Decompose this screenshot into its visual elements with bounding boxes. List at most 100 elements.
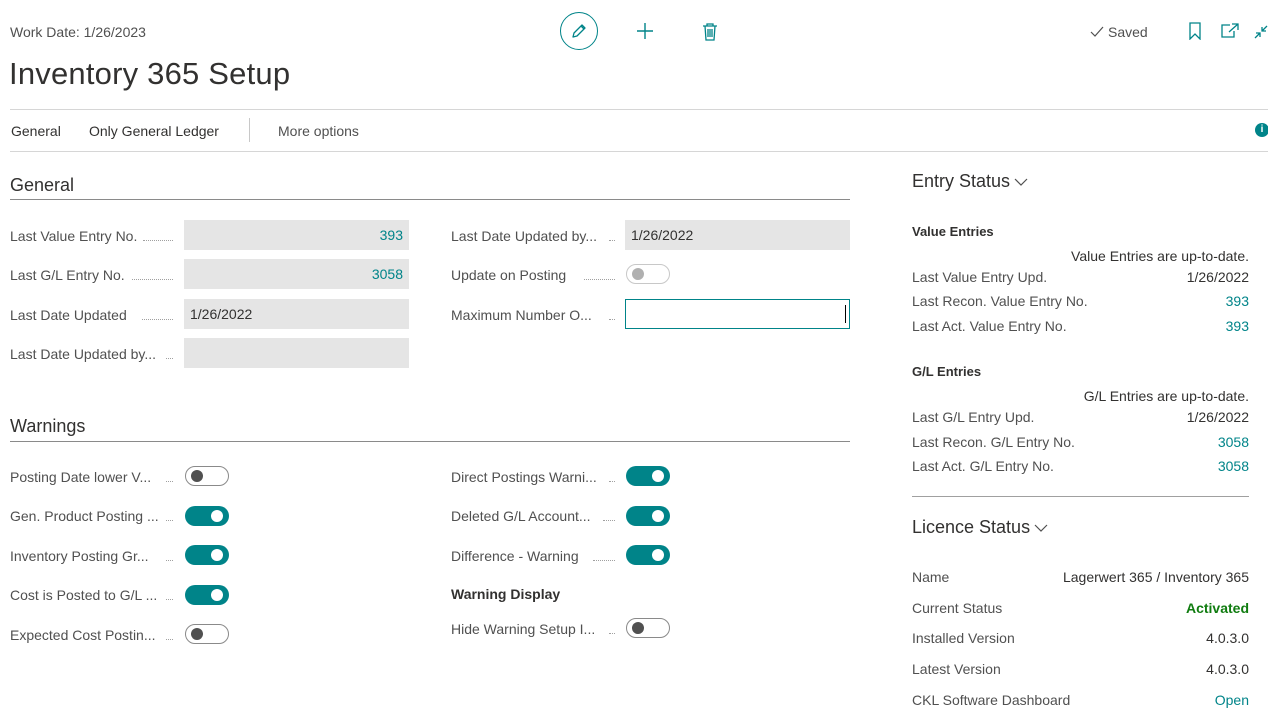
last-date-updated-by-label: Last Date Updated by... xyxy=(10,346,157,362)
last-gl-entry-upd-value: 1/26/2022 xyxy=(1186,409,1249,425)
toggle-knob xyxy=(652,510,664,522)
work-date: Work Date: 1/26/2023 xyxy=(10,24,146,40)
leader-dots xyxy=(609,319,615,320)
licence-status-title: Licence Status xyxy=(912,517,1031,537)
info-icon[interactable]: i xyxy=(1255,123,1268,137)
bookmark-button[interactable] xyxy=(1188,22,1204,42)
posting-date-lower-label: Posting Date lower V... xyxy=(10,469,152,485)
section-general-underline xyxy=(10,199,850,200)
header-divider xyxy=(10,109,1268,110)
cost-posted-to-gl-label: Cost is Posted to G/L ... xyxy=(10,587,158,603)
gen-product-posting-label: Gen. Product Posting ... xyxy=(10,508,159,524)
leader-dots xyxy=(166,560,173,561)
value-entries-status: Value Entries are up-to-date. xyxy=(1071,248,1249,264)
last-recon-gl-entry-value[interactable]: 3058 xyxy=(1130,434,1249,450)
delete-button[interactable] xyxy=(699,20,721,44)
action-only-general-ledger[interactable]: Only General Ledger xyxy=(89,123,219,139)
last-recon-value-entry-value[interactable]: 393 xyxy=(1130,293,1249,309)
maximum-number-label: Maximum Number O... xyxy=(451,307,592,323)
maximum-number-input[interactable] xyxy=(625,299,850,329)
last-recon-value-entry-label: Last Recon. Value Entry No. xyxy=(912,293,1088,309)
last-act-gl-entry-value[interactable]: 3058 xyxy=(1130,458,1249,474)
warning-display-heading: Warning Display xyxy=(451,586,561,602)
licence-status-header[interactable]: Licence Status xyxy=(912,517,1048,538)
difference-warning-label: Difference - Warning xyxy=(451,548,579,564)
inventory-posting-group-toggle[interactable] xyxy=(185,545,229,565)
current-status-value: Activated xyxy=(1185,600,1249,616)
entry-status-header[interactable]: Entry Status xyxy=(912,171,1028,192)
action-bar-divider xyxy=(10,151,1268,152)
toggle-knob xyxy=(211,510,223,522)
installed-version-value: 4.0.3.0 xyxy=(1206,630,1249,646)
gl-entries-heading: G/L Entries xyxy=(912,364,982,379)
posting-date-lower-toggle[interactable] xyxy=(185,466,229,486)
last-date-updated-by-right-field[interactable]: 1/26/2022 xyxy=(625,220,850,250)
leader-dots xyxy=(609,633,615,634)
last-recon-gl-entry-label: Last Recon. G/L Entry No. xyxy=(912,434,1075,450)
last-value-entry-no-field[interactable]: 393 xyxy=(184,220,409,250)
open-new-window-button[interactable] xyxy=(1220,22,1240,40)
leader-dots xyxy=(166,520,173,521)
expected-cost-posting-label: Expected Cost Postin... xyxy=(10,627,156,643)
last-date-updated-by-field[interactable] xyxy=(184,338,409,368)
toggle-knob xyxy=(211,549,223,561)
licence-name-label: Name xyxy=(912,569,950,585)
hide-warning-setup-toggle[interactable] xyxy=(626,618,670,638)
collapse-icon xyxy=(1254,25,1268,39)
page-title: Inventory 365 Setup xyxy=(9,56,291,91)
action-more-options[interactable]: More options xyxy=(278,123,359,139)
checkmark-icon xyxy=(1090,26,1104,37)
update-on-posting-toggle[interactable] xyxy=(626,264,670,284)
gl-entries-status: G/L Entries are up-to-date. xyxy=(1083,388,1249,404)
new-button[interactable] xyxy=(634,20,656,42)
pencil-icon xyxy=(572,24,586,38)
toggle-knob xyxy=(632,622,644,634)
section-warnings-heading: Warnings xyxy=(10,416,86,436)
toggle-knob xyxy=(211,589,223,601)
action-separator xyxy=(249,118,250,142)
leader-dots xyxy=(143,240,173,241)
factbox-divider xyxy=(912,496,1249,497)
expected-cost-posting-toggle[interactable] xyxy=(185,624,229,644)
text-cursor xyxy=(845,305,846,323)
action-general[interactable]: General xyxy=(11,123,61,139)
leader-dots xyxy=(603,520,615,521)
collapse-button[interactable] xyxy=(1253,24,1268,40)
toggle-knob xyxy=(191,470,203,482)
leader-dots xyxy=(166,481,173,482)
leader-dots xyxy=(132,279,173,280)
last-value-entry-upd-value: 1/26/2022 xyxy=(1186,269,1249,285)
entry-status-title: Entry Status xyxy=(912,171,1011,191)
last-act-value-entry-label: Last Act. Value Entry No. xyxy=(912,318,1067,334)
last-date-updated-by-right-label: Last Date Updated by... xyxy=(451,228,598,244)
leader-dots xyxy=(609,481,615,482)
deleted-gl-account-label: Deleted G/L Account... xyxy=(451,508,591,524)
direct-postings-warning-label: Direct Postings Warni... xyxy=(451,469,597,485)
inventory-posting-group-label: Inventory Posting Gr... xyxy=(10,548,149,564)
value-entries-heading: Value Entries xyxy=(912,224,994,239)
edit-button[interactable] xyxy=(560,12,598,50)
popout-icon xyxy=(1221,23,1239,38)
section-general-heading: General xyxy=(10,175,75,195)
leader-dots xyxy=(166,358,173,359)
last-act-gl-entry-label: Last Act. G/L Entry No. xyxy=(912,458,1054,474)
last-act-value-entry-value[interactable]: 393 xyxy=(1130,318,1249,334)
leader-dots xyxy=(166,639,173,640)
current-status-label: Current Status xyxy=(912,600,1003,616)
leader-dots xyxy=(584,279,615,280)
hide-warning-setup-label: Hide Warning Setup I... xyxy=(451,621,596,637)
bookmark-icon xyxy=(1189,22,1201,41)
deleted-gl-account-toggle[interactable] xyxy=(626,506,670,526)
last-gl-entry-no-field[interactable]: 3058 xyxy=(184,259,409,289)
chevron-down-icon xyxy=(1014,178,1028,186)
gen-product-posting-toggle[interactable] xyxy=(185,506,229,526)
leader-dots xyxy=(166,599,173,600)
cost-posted-to-gl-toggle[interactable] xyxy=(185,585,229,605)
leader-dots xyxy=(609,240,615,241)
toggle-knob xyxy=(652,549,664,561)
last-gl-entry-upd-label: Last G/L Entry Upd. xyxy=(912,409,1035,425)
direct-postings-warning-toggle[interactable] xyxy=(626,466,670,486)
difference-warning-toggle[interactable] xyxy=(626,545,670,565)
latest-version-value: 4.0.3.0 xyxy=(1206,661,1249,677)
last-date-updated-field[interactable]: 1/26/2022 xyxy=(184,299,409,329)
